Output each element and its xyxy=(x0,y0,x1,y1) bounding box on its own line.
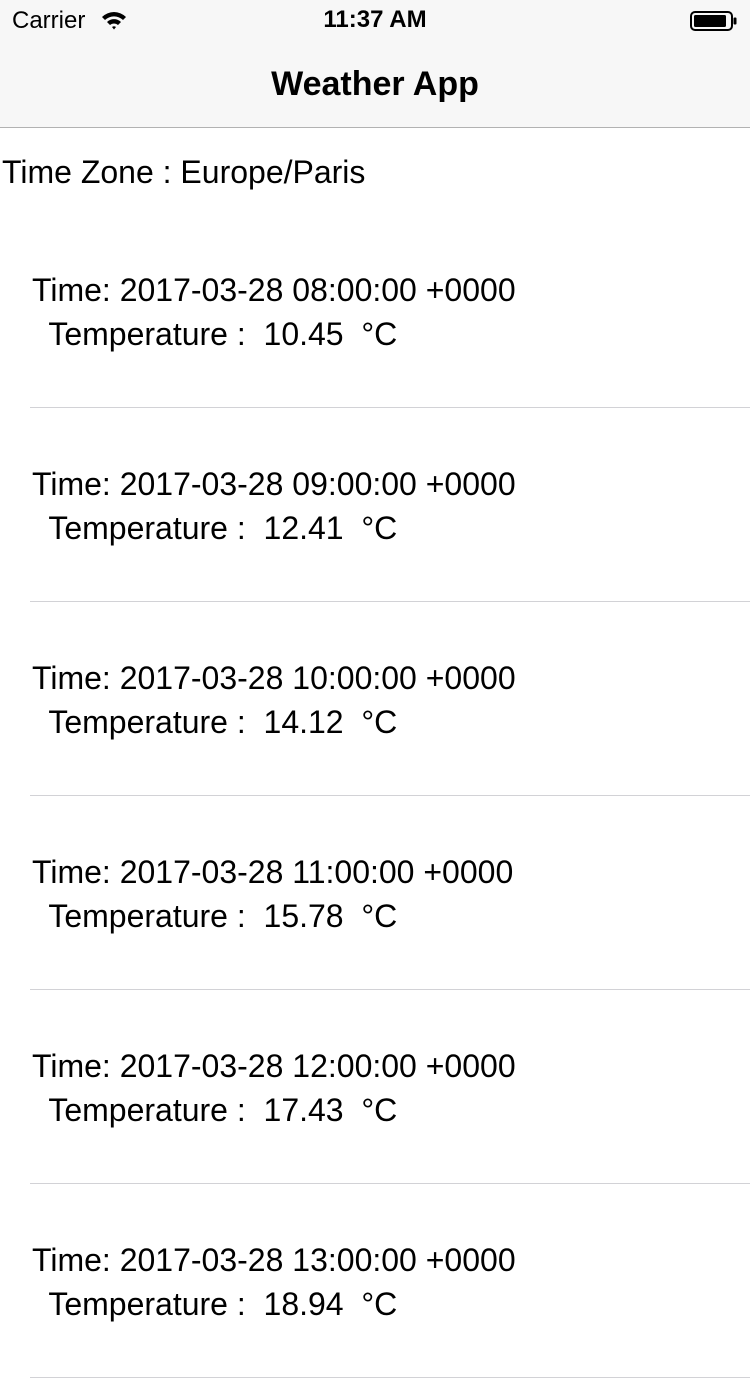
forecast-list[interactable]: Time: 2017-03-28 08:00:00 +0000 Temperat… xyxy=(0,214,750,1378)
forecast-row[interactable]: Time: 2017-03-28 11:00:00 +0000 Temperat… xyxy=(0,796,750,990)
forecast-temperature: Temperature : 10.45 °C xyxy=(40,316,398,352)
forecast-row[interactable]: Time: 2017-03-28 13:00:00 +0000 Temperat… xyxy=(0,1184,750,1378)
forecast-temperature: Temperature : 15.78 °C xyxy=(40,898,398,934)
forecast-time: Time: 2017-03-28 08:00:00 +0000 xyxy=(32,272,516,308)
forecast-row[interactable]: Time: 2017-03-28 12:00:00 +0000 Temperat… xyxy=(0,990,750,1184)
forecast-row[interactable]: Time: 2017-03-28 10:00:00 +0000 Temperat… xyxy=(0,602,750,796)
status-bar: Carrier 11:37 AM xyxy=(0,0,750,40)
forecast-row[interactable]: Time: 2017-03-28 08:00:00 +0000 Temperat… xyxy=(0,214,750,408)
forecast-time: Time: 2017-03-28 11:00:00 +0000 xyxy=(32,854,514,890)
forecast-time: Time: 2017-03-28 12:00:00 +0000 xyxy=(32,1048,516,1084)
forecast-temperature: Temperature : 17.43 °C xyxy=(40,1092,398,1128)
navigation-bar: Weather App xyxy=(0,40,750,128)
forecast-row[interactable]: Time: 2017-03-28 09:00:00 +0000 Temperat… xyxy=(0,408,750,602)
timezone-label: Time Zone : Europe/Paris xyxy=(2,154,366,190)
forecast-time: Time: 2017-03-28 10:00:00 +0000 xyxy=(32,660,516,696)
forecast-time: Time: 2017-03-28 13:00:00 +0000 xyxy=(32,1242,516,1278)
status-time: 11:37 AM xyxy=(323,6,427,33)
forecast-time: Time: 2017-03-28 09:00:00 +0000 xyxy=(32,466,516,502)
page-title: Weather App xyxy=(271,65,479,103)
battery-icon xyxy=(690,11,737,31)
forecast-temperature: Temperature : 12.41 °C xyxy=(40,510,398,546)
forecast-temperature: Temperature : 18.94 °C xyxy=(40,1286,398,1322)
forecast-temperature: Temperature : 14.12 °C xyxy=(40,704,398,740)
